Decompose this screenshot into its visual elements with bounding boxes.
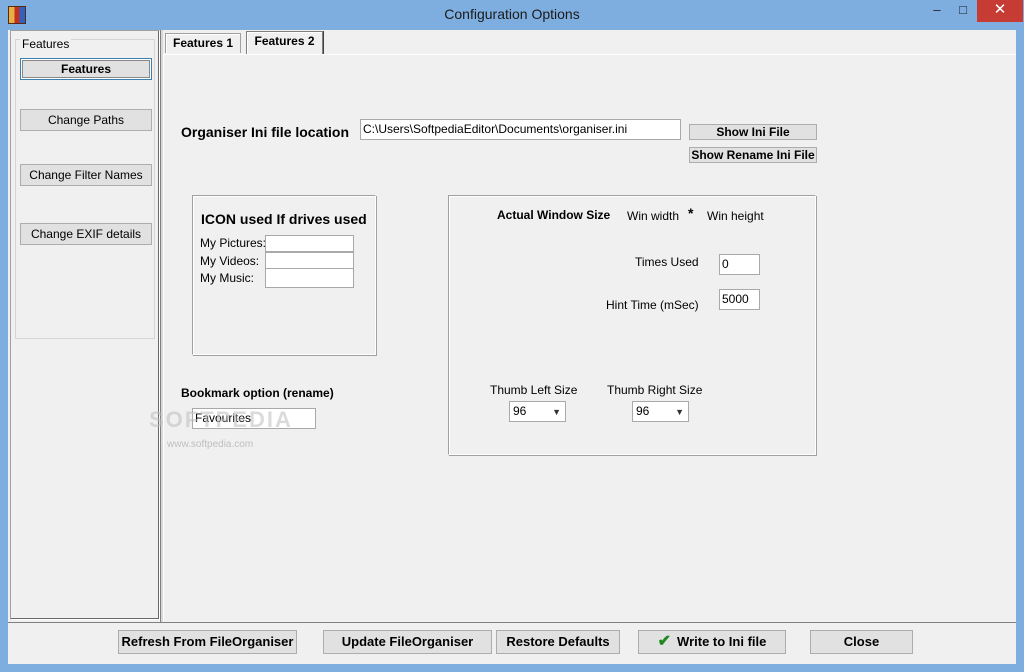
my-pictures-label: My Pictures: (200, 236, 267, 250)
sidebar-item-features[interactable]: Features (20, 58, 152, 80)
close-button[interactable]: Close (810, 630, 913, 654)
ini-location-field[interactable]: C:\Users\SoftpediaEditor\Documents\organ… (360, 119, 681, 140)
thumb-right-value: 96 (636, 404, 650, 418)
bookmark-label: Bookmark option (rename) (181, 386, 334, 400)
sidebar-item-change-exif-details[interactable]: Change EXIF details (20, 223, 152, 245)
show-rename-ini-file-button[interactable]: Show Rename Ini File (689, 147, 817, 163)
win-height-label: Win height (707, 209, 764, 223)
features-group-label: Features (20, 37, 72, 51)
chevron-down-icon: ▼ (675, 407, 684, 417)
softpedia-watermark: SOFTPEDIA (149, 407, 293, 432)
refresh-button[interactable]: Refresh From FileOrganiser (118, 630, 297, 654)
size-separator: * (688, 205, 694, 221)
configuration-window: Configuration Options ‒ □ ✕ Features Fea… (0, 0, 1024, 672)
tab-page-features-2: Organiser Ini file location C:\Users\Sof… (149, 54, 1016, 622)
write-ini-button[interactable]: ✔ Write to Ini file (638, 630, 786, 654)
ini-location-label: Organiser Ini file location (181, 124, 350, 140)
window-size-title: Actual Window Size (497, 208, 611, 222)
my-videos-label: My Videos: (200, 254, 260, 268)
my-videos-field[interactable] (265, 252, 354, 269)
window-title: Configuration Options (444, 6, 580, 22)
write-ini-label: Write to Ini file (677, 634, 767, 649)
win-width-label: Win width (627, 209, 680, 223)
chevron-down-icon: ▼ (552, 407, 561, 417)
my-music-field[interactable] (265, 268, 354, 288)
tab-features-1[interactable]: Features 1 (165, 33, 241, 53)
thumb-right-label: Thumb Right Size (607, 383, 703, 397)
sidebar-item-change-paths[interactable]: Change Paths (20, 109, 152, 131)
sidebar: Features Features Change Paths Change Fi… (10, 30, 160, 620)
features-group: Features Features Change Paths Change Fi… (15, 37, 155, 339)
softpedia-watermark-url: www.softpedia.com (167, 439, 254, 450)
footer-bar: Refresh From FileOrganiser Update FileOr… (8, 622, 1016, 664)
hint-time-label: Hint Time (mSec) (606, 298, 699, 312)
restore-defaults-button[interactable]: Restore Defaults (496, 630, 620, 654)
show-ini-file-button[interactable]: Show Ini File (689, 124, 817, 140)
window-size-group: Actual Window Size Win width * Win heigh… (448, 195, 816, 455)
my-pictures-field[interactable] (265, 235, 354, 252)
maximize-button[interactable]: □ (950, 0, 976, 22)
icon-drives-title: ICON used If drives used (201, 211, 367, 227)
checkmark-icon: ✔ (657, 633, 672, 650)
update-button[interactable]: Update FileOrganiser (323, 630, 492, 654)
times-used-field[interactable]: 0 (719, 254, 760, 275)
sidebar-item-change-filter-names[interactable]: Change Filter Names (20, 164, 152, 186)
hint-time-field[interactable]: 5000 (719, 289, 760, 310)
title-bar[interactable]: Configuration Options ‒ □ ✕ (0, 0, 1024, 30)
close-window-button[interactable]: ✕ (977, 0, 1023, 22)
tab-features-2[interactable]: Features 2 (246, 31, 323, 55)
times-used-label: Times Used (635, 255, 699, 269)
minimize-button[interactable]: ‒ (920, 0, 954, 22)
my-music-label: My Music: (200, 271, 254, 285)
thumb-left-value: 96 (513, 404, 527, 418)
thumb-left-label: Thumb Left Size (490, 383, 578, 397)
icon-drives-group: ICON used If drives used My Pictures: My… (192, 195, 376, 355)
thumb-left-select[interactable]: 96 ▼ (509, 401, 566, 422)
thumb-right-select[interactable]: 96 ▼ (632, 401, 689, 422)
client-area: Features Features Change Paths Change Fi… (8, 30, 1016, 664)
